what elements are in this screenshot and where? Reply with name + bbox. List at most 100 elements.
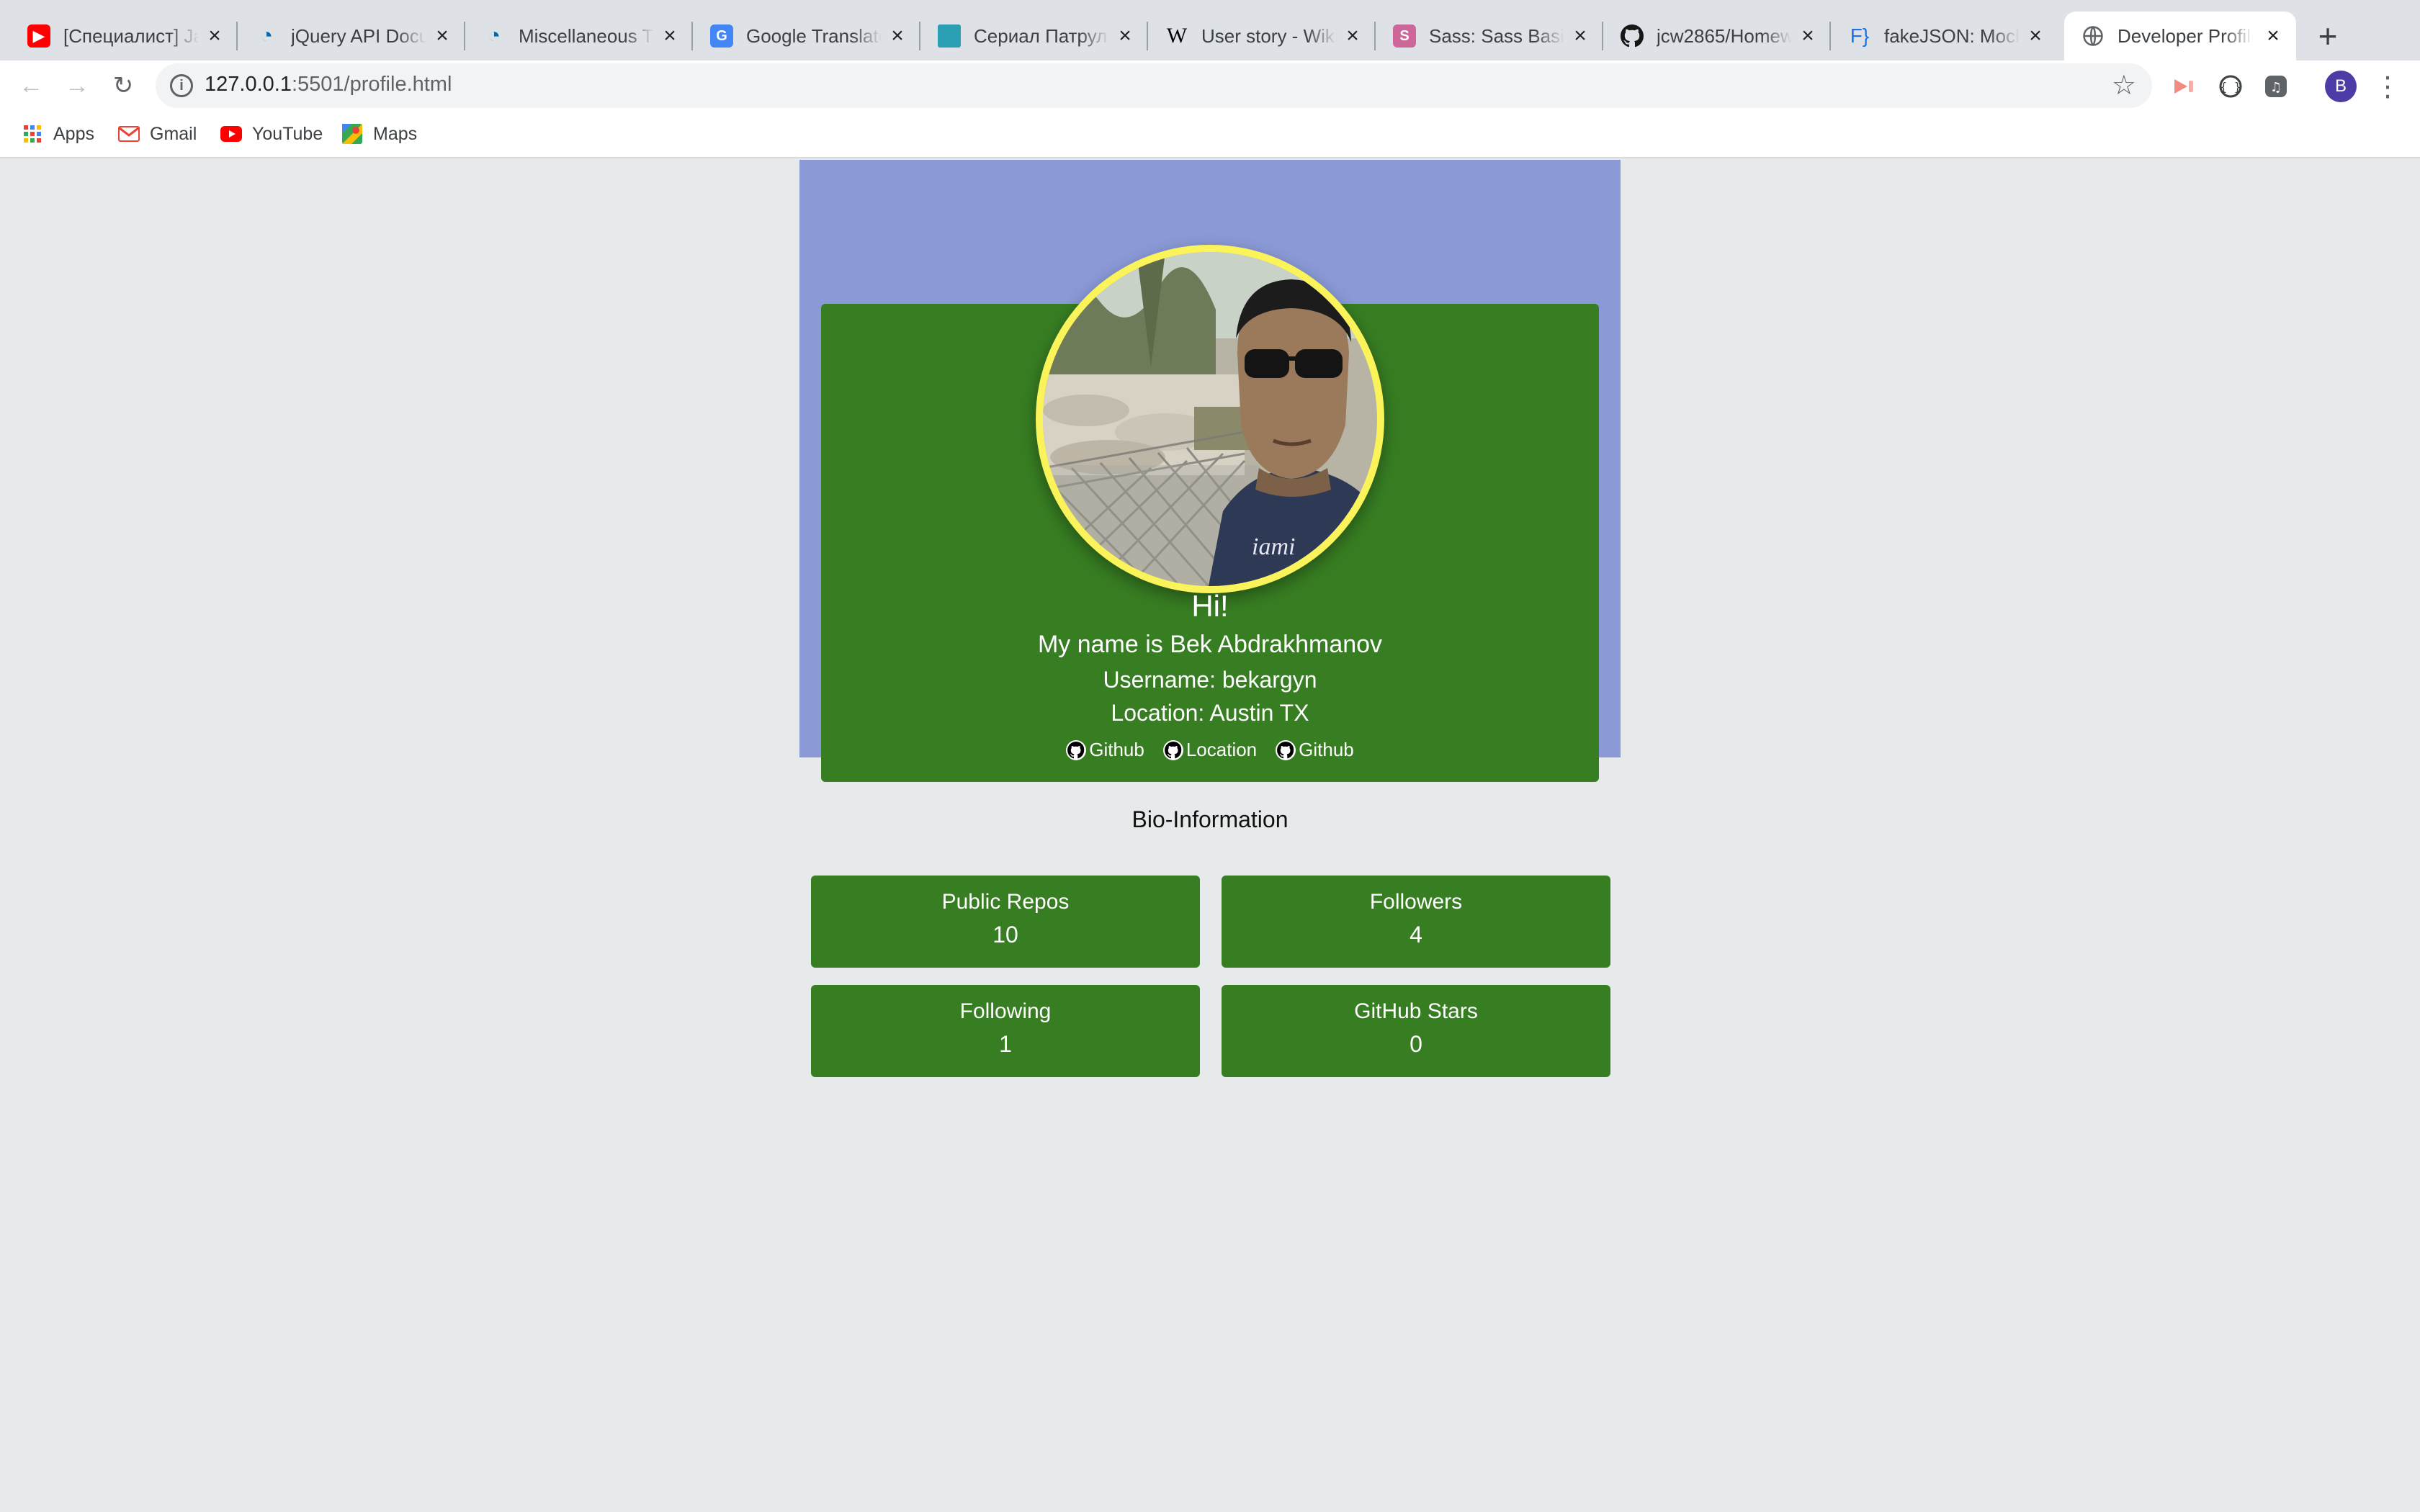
github-link[interactable]: Github <box>1066 739 1144 761</box>
youtube-icon <box>220 123 242 145</box>
tab-title: Miscellaneous Traversing <box>519 24 654 47</box>
tab-title: Google Translate <box>746 24 882 47</box>
bookmark-gmail[interactable]: Gmail <box>118 121 197 147</box>
stat-card-following: Following 1 <box>811 985 1200 1077</box>
close-icon[interactable]: × <box>1567 23 1593 49</box>
tab-serial-patrul[interactable]: Сериал Патруль × <box>920 12 1148 60</box>
tab-fakejson[interactable]: F} fakeJSON: Mock × <box>1831 12 2058 60</box>
tab-title: fakeJSON: Mock <box>1884 24 2020 47</box>
tv-site-icon <box>938 24 961 48</box>
tab-github-homework[interactable]: jcw2865/Homework × <box>1603 12 1831 60</box>
profile-photo: iami <box>1043 252 1377 586</box>
stat-card-github-stars: GitHub Stars 0 <box>1222 985 1610 1077</box>
tab-jquery-api[interactable]: ◔ jQuery API Documentation × <box>238 12 465 60</box>
back-arrow-icon[interactable]: ← <box>16 71 46 101</box>
link-label: Github <box>1089 739 1144 760</box>
tab-title: Developer Profile <box>2118 24 2253 47</box>
bookmarks-bar: Apps Gmail YouTube Maps <box>0 111 2420 158</box>
site-info-icon[interactable]: i <box>170 74 193 97</box>
stat-value: 10 <box>992 922 1018 948</box>
profile-name: My name is Bek Abdrakhmanov <box>1037 631 1383 658</box>
profile-links: Github Location Github <box>821 739 1599 761</box>
new-tab-button[interactable]: + <box>2308 16 2348 56</box>
tab-title: jQuery API Documentation <box>291 24 426 47</box>
close-icon[interactable]: × <box>429 23 455 49</box>
profile-photo-image: iami <box>1043 252 1377 586</box>
profile-location: Location: Austin TX <box>1111 700 1309 726</box>
github-link-secondary[interactable]: Github <box>1276 739 1354 761</box>
tab-developer-profile[interactable]: Developer Profile × <box>2064 12 2296 60</box>
maps-icon <box>341 123 363 145</box>
stat-label: Public Repos <box>941 890 1070 914</box>
close-icon[interactable]: × <box>1340 23 1366 49</box>
stat-value: 4 <box>1410 922 1422 948</box>
tab-strip: ▶ [Специалист] JavaScript × ◔ jQuery API… <box>0 0 2420 60</box>
svg-text:{ }: { } <box>2220 80 2241 94</box>
stat-value: 0 <box>1410 1031 1422 1057</box>
svg-text:iami: iami <box>1252 534 1295 560</box>
wikipedia-icon: W <box>1166 24 1188 48</box>
jquery-icon: ◔ <box>487 24 501 48</box>
close-icon[interactable]: × <box>202 23 228 49</box>
kebab-menu-icon[interactable]: ⋮ <box>2374 69 2401 104</box>
bookmark-youtube[interactable]: YouTube <box>220 121 323 147</box>
forward-arrow-icon[interactable]: → <box>62 71 92 101</box>
location-link[interactable]: Location <box>1162 739 1258 761</box>
github-icon <box>1621 24 1644 48</box>
address-bar[interactable]: i 127.0.0.1:5501/profile.html ☆ <box>156 63 2152 108</box>
link-label: Github <box>1299 739 1354 760</box>
github-icon <box>1162 739 1183 760</box>
bookmark-label: Gmail <box>150 123 197 144</box>
close-icon[interactable]: × <box>657 23 683 49</box>
bio-section-title: Bio-Information <box>1131 806 1289 832</box>
stat-label: GitHub Stars <box>1354 999 1478 1023</box>
browser-toolbar: ← → ↻ i 127.0.0.1:5501/profile.html ☆ { … <box>0 60 2420 111</box>
close-icon[interactable]: × <box>2022 23 2048 49</box>
profile-avatar-button[interactable]: B <box>2325 71 2357 102</box>
reload-icon[interactable]: ↻ <box>108 71 138 101</box>
tab-wikipedia[interactable]: W User story - Wikipedia × <box>1148 12 1376 60</box>
bookmark-label: YouTube <box>252 123 323 144</box>
bookmark-apps[interactable]: Apps <box>22 121 94 147</box>
youtube-icon: ▶ <box>27 24 50 48</box>
profile-username: Username: bekargyn <box>1103 667 1317 693</box>
svg-text:♫: ♫ <box>2270 80 2282 95</box>
music-extension-icon[interactable]: ♫ <box>2263 73 2289 99</box>
fakejson-icon: F} <box>1850 24 1870 47</box>
stat-value: 1 <box>999 1031 1012 1057</box>
tab-title: jcw2865/Homework <box>1657 24 1792 47</box>
url-host: 127.0.0.1 <box>205 73 292 96</box>
tab-title: User story - Wikipedia <box>1201 24 1337 47</box>
tab-google-translate[interactable]: G Google Translate × <box>693 12 920 60</box>
stat-label: Following <box>959 999 1052 1023</box>
sass-icon: S <box>1393 24 1416 48</box>
close-icon[interactable]: × <box>884 23 910 49</box>
close-icon[interactable]: × <box>2260 23 2286 49</box>
link-label: Location <box>1186 739 1258 760</box>
bookmark-star-icon[interactable]: ☆ <box>2112 69 2136 102</box>
tab-title: [Специалист] JavaScript <box>63 24 199 47</box>
profile-photo-frame: iami <box>1036 245 1384 593</box>
bookmark-label: Maps <box>373 123 418 144</box>
tab-misc-traversing[interactable]: ◔ Miscellaneous Traversing × <box>465 12 693 60</box>
github-icon <box>1276 739 1296 760</box>
greeting-heading: Hi! <box>1191 589 1229 623</box>
github-icon <box>1066 739 1087 760</box>
extension-circle-icon[interactable]: { } <box>2218 73 2244 99</box>
url-path: :5501/profile.html <box>291 73 452 96</box>
apps-grid-icon <box>22 123 43 145</box>
stat-card-public-repos: Public Repos 10 <box>811 876 1200 968</box>
globe-icon <box>2081 24 2105 48</box>
tab-specialist[interactable]: ▶ [Специалист] JavaScript × <box>10 12 238 60</box>
close-icon[interactable]: × <box>1795 23 1821 49</box>
cast-extension-icon[interactable] <box>2171 73 2197 99</box>
jquery-icon: ◔ <box>259 24 274 48</box>
stat-card-followers: Followers 4 <box>1222 876 1610 968</box>
bookmark-label: Apps <box>53 123 94 144</box>
url-text[interactable]: 127.0.0.1:5501/profile.html <box>205 73 452 96</box>
bookmark-maps[interactable]: Maps <box>341 121 417 147</box>
tab-sass[interactable]: S Sass: Sass Basics × <box>1376 12 1603 60</box>
google-translate-icon: G <box>710 24 733 48</box>
close-icon[interactable]: × <box>1112 23 1138 49</box>
tab-title: Сериал Патруль <box>974 24 1109 47</box>
